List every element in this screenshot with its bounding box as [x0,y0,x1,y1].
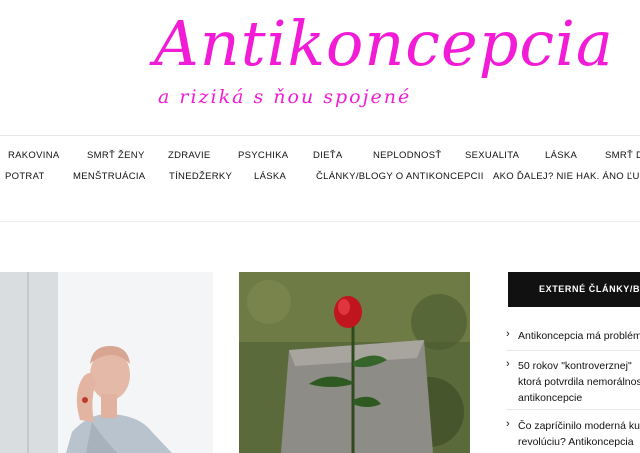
nav-item-dieta[interactable]: DIEŤA [313,145,342,167]
logo-title: Antikoncepcia [154,7,614,80]
article-image-woman[interactable] [0,272,213,453]
nav-item-neplodnost[interactable]: NEPLODNOSŤ [373,145,441,167]
nav-item-laska-2[interactable]: LÁSKA [254,166,286,188]
sidebar-divider [506,350,640,351]
nav-item-potrat[interactable]: POTRAT [5,166,45,188]
nav-row-2: POTRAT MENŠTRUÁCIA TÍNEDŽERKY LÁSKA ČLÁN… [0,166,640,188]
nav-item-psychika[interactable]: PSYCHIKA [238,145,288,167]
nav-item-smrt-dietata[interactable]: SMRŤ DI [605,145,640,167]
nav-item-ako-dalej[interactable]: AKO ĎALEJ? NIE HAK. ÁNO ĽUDSKÉ [493,166,640,188]
chevron-right-icon: › [506,358,510,370]
nav-item-sexualita[interactable]: SEXUALITA [465,145,519,167]
sidebar-widget-title: EXTERNÉ ČLÁNKY/BL [508,272,640,307]
nav-bottom-divider [0,221,640,222]
nav-item-smrt-zeny[interactable]: SMRŤ ŽENY [87,145,145,167]
chevron-right-icon: › [506,328,510,340]
nav-item-rakovina[interactable]: RAKOVINA [8,145,60,167]
sidebar-link-1-text[interactable]: Antikoncepcia má problém [518,328,640,344]
nav-divider [0,135,640,136]
sidebar-link-2-text[interactable]: 50 rokov "kontroverznej" ktorá potvrdila… [518,358,640,406]
logo-subtitle: a riziká s ňou spojené [158,86,412,108]
rose-on-grave-illustration [239,272,470,453]
nav-item-tinedzerky[interactable]: TÍNEDŽERKY [169,166,232,188]
nav-item-clanky-blogy[interactable]: ČLÁNKY/BLOGY O ANTIKONCEPCII [316,166,484,188]
nav-item-laska[interactable]: LÁSKA [545,145,577,167]
site-logo[interactable]: Antikoncepcia a riziká s ňou spojené [0,0,640,128]
woman-illustration [66,346,172,453]
nav-row-1: RAKOVINA SMRŤ ŽENY ZDRAVIE PSYCHIKA DIEŤ… [0,145,640,167]
chevron-right-icon: › [506,418,510,430]
nav-item-menstruacia[interactable]: MENŠTRUÁCIA [73,166,145,188]
sidebar-divider [506,409,640,410]
sidebar-link-3-text[interactable]: Čo zapríčinilo moderná ku revolúciu? Ant… [518,418,640,450]
nav-item-zdravie[interactable]: ZDRAVIE [168,145,211,167]
article-image-rose[interactable] [239,272,470,453]
